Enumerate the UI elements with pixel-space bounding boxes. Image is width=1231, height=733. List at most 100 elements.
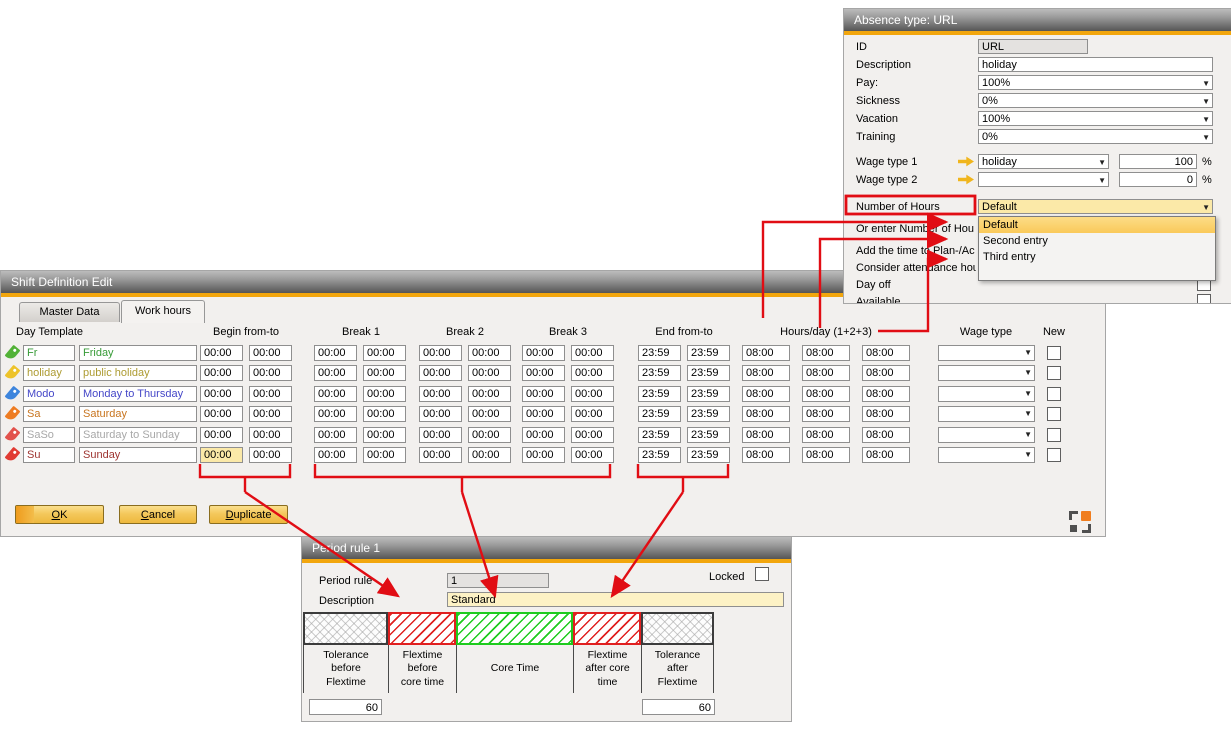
time-cell[interactable]: 08:00	[742, 406, 790, 422]
tab-master-data[interactable]: Master Data	[19, 302, 120, 322]
time-cell[interactable]: 00:00	[419, 386, 462, 402]
wage-type-select[interactable]: ▼	[938, 406, 1035, 422]
day-name-field[interactable]: public holiday	[79, 365, 197, 381]
time-cell[interactable]: 00:00	[468, 427, 511, 443]
time-cell[interactable]: 08:00	[802, 447, 850, 463]
time-cell[interactable]: 00:00	[314, 386, 357, 402]
time-cell[interactable]: 00:00	[571, 386, 614, 402]
time-cell[interactable]: 00:00	[314, 365, 357, 381]
time-cell[interactable]: 00:00	[314, 427, 357, 443]
wage-type-select[interactable]: ▼	[938, 447, 1035, 463]
time-cell[interactable]: 00:00	[522, 365, 565, 381]
time-cell[interactable]: 00:00	[468, 447, 511, 463]
time-cell[interactable]: 23:59	[687, 386, 730, 402]
time-cell[interactable]: 23:59	[687, 365, 730, 381]
time-cell[interactable]: 00:00	[571, 447, 614, 463]
time-cell[interactable]: 00:00	[571, 406, 614, 422]
time-cell[interactable]: 00:00	[200, 345, 243, 361]
new-checkbox[interactable]	[1047, 448, 1061, 462]
dropdown-option[interactable]: Second entry	[979, 233, 1215, 249]
locked-checkbox[interactable]	[755, 567, 769, 581]
time-cell[interactable]: 23:59	[638, 406, 681, 422]
pay-select[interactable]: 100% ▼	[978, 75, 1213, 90]
time-cell[interactable]: 00:00	[522, 427, 565, 443]
time-cell[interactable]: 00:00	[468, 406, 511, 422]
time-cell[interactable]: 23:59	[687, 427, 730, 443]
time-cell[interactable]: 00:00	[363, 447, 406, 463]
time-cell[interactable]: 23:59	[638, 386, 681, 402]
id-field[interactable]: URL	[978, 39, 1088, 54]
time-cell[interactable]: 00:00	[571, 365, 614, 381]
time-cell[interactable]: 08:00	[862, 345, 910, 361]
period-window-titlebar[interactable]: Period rule 1	[302, 537, 791, 559]
wage-type-select[interactable]: ▼	[938, 365, 1035, 381]
time-cell[interactable]: 23:59	[638, 345, 681, 361]
time-cell[interactable]: 00:00	[419, 427, 462, 443]
time-cell[interactable]: 00:00	[419, 365, 462, 381]
time-cell[interactable]: 00:00	[419, 345, 462, 361]
time-cell[interactable]: 00:00	[314, 447, 357, 463]
wage-type-select[interactable]: ▼	[938, 427, 1035, 443]
training-select[interactable]: 0% ▼	[978, 129, 1213, 144]
time-cell[interactable]: 23:59	[638, 365, 681, 381]
time-cell[interactable]: 00:00	[468, 345, 511, 361]
ok-button[interactable]: OK	[15, 505, 104, 524]
time-cell[interactable]: 00:00	[249, 427, 292, 443]
day-name-field[interactable]: Saturday to Sunday	[79, 427, 197, 443]
time-cell[interactable]: 23:59	[638, 427, 681, 443]
time-cell[interactable]: 08:00	[802, 427, 850, 443]
link-arrow-icon[interactable]	[958, 174, 974, 185]
wage-type-select[interactable]: ▼	[938, 345, 1035, 361]
description-field[interactable]: holiday	[978, 57, 1213, 72]
time-cell[interactable]: 00:00	[363, 345, 406, 361]
form-mode-icon[interactable]	[1069, 511, 1091, 533]
new-checkbox[interactable]	[1047, 407, 1061, 421]
period-rule-field[interactable]: 1	[447, 573, 549, 588]
time-cell[interactable]: 08:00	[742, 447, 790, 463]
day-name-field[interactable]: Sunday	[79, 447, 197, 463]
day-code-field[interactable]: SaSo	[23, 427, 75, 443]
time-cell[interactable]: 08:00	[802, 365, 850, 381]
time-cell[interactable]: 00:00	[314, 406, 357, 422]
day-code-field[interactable]: Sa	[23, 406, 75, 422]
time-cell[interactable]: 23:59	[687, 447, 730, 463]
time-cell[interactable]: 00:00	[249, 447, 292, 463]
time-cell[interactable]: 00:00	[571, 427, 614, 443]
dropdown-option[interactable]: Default	[979, 217, 1215, 233]
link-arrow-icon[interactable]	[958, 156, 974, 167]
time-cell[interactable]: 00:00	[200, 406, 243, 422]
time-cell[interactable]: 08:00	[742, 345, 790, 361]
time-cell[interactable]: 00:00	[522, 447, 565, 463]
time-cell[interactable]: 00:00	[522, 345, 565, 361]
time-cell[interactable]: 00:00	[363, 427, 406, 443]
time-cell[interactable]: 08:00	[802, 386, 850, 402]
time-cell[interactable]: 00:00	[522, 386, 565, 402]
time-cell[interactable]: 00:00	[249, 386, 292, 402]
day-name-field[interactable]: Monday to Thursday	[79, 386, 197, 402]
wage-type-1-select[interactable]: holiday ▼	[978, 154, 1109, 169]
time-cell[interactable]: 00:00	[571, 345, 614, 361]
time-cell[interactable]: 00:00	[419, 406, 462, 422]
day-name-field[interactable]: Friday	[79, 345, 197, 361]
time-cell[interactable]: 00:00	[522, 406, 565, 422]
description-field[interactable]: Standard	[447, 592, 784, 607]
time-cell[interactable]: 08:00	[742, 365, 790, 381]
tab-work-hours[interactable]: Work hours	[121, 300, 205, 323]
time-cell[interactable]: 08:00	[742, 386, 790, 402]
tolerance-after-field[interactable]: 60	[642, 699, 715, 715]
day-code-field[interactable]: holiday	[23, 365, 75, 381]
time-cell[interactable]: 00:00	[249, 365, 292, 381]
absence-window-titlebar[interactable]: Absence type: URL	[844, 9, 1231, 31]
number-of-hours-select[interactable]: Default ▼	[978, 199, 1213, 214]
time-cell[interactable]: 08:00	[862, 365, 910, 381]
new-checkbox[interactable]	[1047, 366, 1061, 380]
new-checkbox[interactable]	[1047, 387, 1061, 401]
time-cell[interactable]: 00:00	[314, 345, 357, 361]
sickness-select[interactable]: 0% ▼	[978, 93, 1213, 108]
time-cell[interactable]: 00:00	[249, 406, 292, 422]
dropdown-option[interactable]: Third entry	[979, 249, 1215, 265]
time-cell[interactable]: 08:00	[862, 386, 910, 402]
time-cell[interactable]: 00:00	[468, 365, 511, 381]
time-cell[interactable]: 00:00	[363, 365, 406, 381]
day-code-field[interactable]: Fr	[23, 345, 75, 361]
